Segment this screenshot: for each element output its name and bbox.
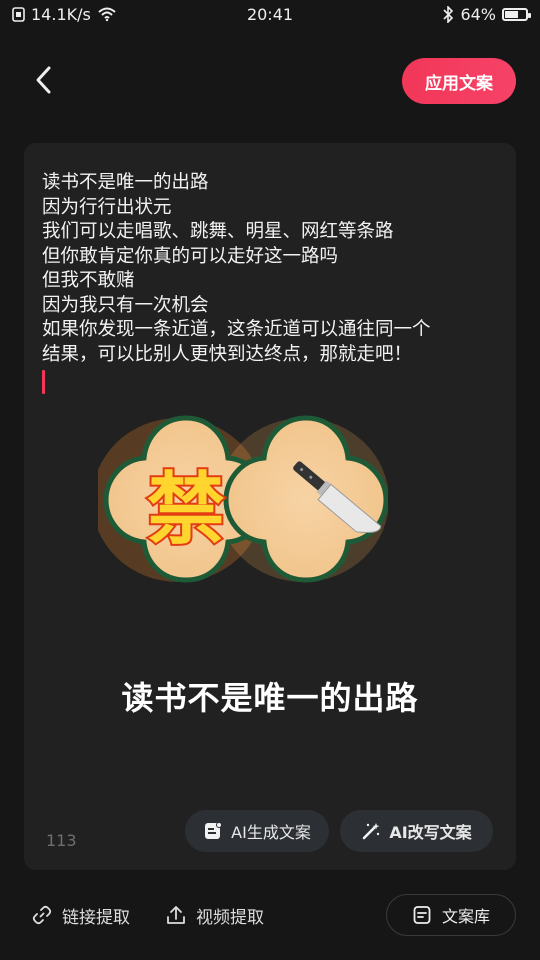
battery-fill — [505, 10, 518, 18]
back-button[interactable] — [26, 62, 62, 98]
video-caption: 读书不是唯一的出路 — [121, 679, 419, 717]
editor-line: 如果你发现一条近道，这条近道可以通往同一个 — [42, 319, 431, 340]
editor-line: 我们可以走唱歌、跳舞、明星、网红等条路 — [42, 221, 394, 242]
editor-card: 读书不是唯一的出路 因为行行出状元 我们可以走唱歌、跳舞、明星、网红等条路 但你敢肯定… — [24, 143, 516, 870]
ai-generate-label: AI生成文案 — [231, 823, 311, 842]
editor-line: 但我不敢赌 — [42, 270, 135, 291]
status-left: 14.1K/s — [12, 5, 117, 24]
copy-library-label: 文案库 — [441, 907, 490, 926]
link-icon — [32, 905, 52, 925]
apply-copy-button[interactable]: 应用文案 — [402, 58, 516, 104]
copy-library-button[interactable]: 文案库 — [386, 894, 516, 936]
link-extract-label: 链接提取 — [62, 907, 130, 928]
battery-percent: 64% — [460, 4, 496, 24]
editor-line: 结果，可以比别人更快到达终点，那就走吧！ — [42, 343, 413, 365]
copy-text-editor[interactable]: 读书不是唯一的出路 因为行行出状元我们可以走唱歌、跳舞、明星、网红等条路 但你敢肯定… — [42, 171, 502, 367]
sticker-forbid-char: 禁 — [147, 465, 225, 555]
editor-line: 但你敢肯定你真的可以走好这一路吗 — [42, 245, 339, 267]
document-icon — [413, 906, 431, 924]
ai-rewrite-label: AI改写文案 — [389, 823, 472, 842]
video-extract-label: 视频提取 — [196, 907, 264, 928]
wifi-icon — [98, 7, 116, 22]
battery-icon — [502, 7, 531, 21]
status-bar: 14.1K/s 20:41 64% — [0, 0, 540, 28]
network-speed: 14.1K/s — [31, 4, 91, 24]
forbidden-knife-sticker: 禁 — [92, 408, 389, 588]
link-extract-button[interactable]: 链接提取 — [32, 890, 130, 940]
editor-line: 读书不是唯一的出路 — [42, 172, 209, 193]
sticker-graphic: 禁 — [92, 415, 389, 583]
upload-icon — [167, 906, 185, 924]
magic-wand-icon — [363, 823, 380, 840]
editor-line: 因为我只有一次机会 — [42, 294, 209, 316]
bluetooth-icon — [443, 5, 454, 23]
editor-line: 因为行行出状元 — [42, 196, 172, 218]
bottom-toolbar: 链接提取 视频提取 文案库 — [0, 890, 540, 940]
text-caret — [42, 370, 45, 394]
status-right: 64% — [442, 4, 531, 24]
video-extract-button[interactable]: 视频提取 — [166, 890, 264, 940]
chevron-left-icon — [36, 66, 51, 94]
ai-generate-icon — [205, 822, 223, 839]
data-saver-icon — [12, 6, 25, 22]
ai-generate-copy-button[interactable]: AI生成文案 — [185, 810, 329, 852]
ai-rewrite-copy-button[interactable]: AI改写文案 — [340, 810, 493, 852]
character-count: 113 — [46, 831, 77, 850]
